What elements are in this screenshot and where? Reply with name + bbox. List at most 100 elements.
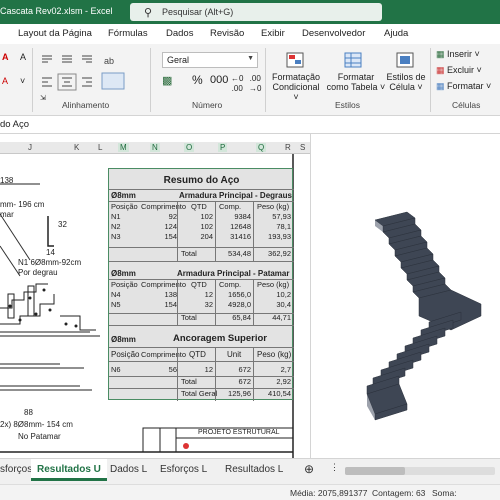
col-header: Comp. [219, 280, 242, 289]
bar-n1-label: N1 6Ø8mm-92cm [18, 258, 82, 267]
column-header[interactable]: S [300, 143, 305, 152]
row-comp: 1656,0 [228, 290, 251, 299]
tab-view[interactable]: Exibir [261, 28, 285, 39]
tab-developer[interactable]: Desenvolvedor [302, 28, 365, 39]
sheet-tab[interactable]: Dados L [110, 464, 147, 475]
tab-page-layout[interactable]: Layout da Página [18, 28, 92, 39]
row-peso: 30,4 [276, 300, 291, 309]
more-sheets-icon[interactable]: ⋮ [330, 462, 339, 473]
thousands-separator-icon[interactable]: 000 [210, 75, 228, 86]
row-pos: N1 [111, 212, 121, 221]
row-pos: N3 [111, 232, 121, 241]
format-label: Formatar [447, 81, 484, 91]
sheet-tabs: sforços U Resultados U Dados L Esforços … [0, 458, 500, 484]
chevron-down-icon: ▼ [247, 55, 254, 62]
font-grow-icon[interactable]: A [20, 52, 26, 62]
row-qtd: 204 [200, 232, 213, 241]
column-header[interactable]: R [285, 143, 291, 152]
col-header: Comprimento [141, 350, 187, 359]
row-len: 138 [164, 290, 177, 299]
name-box[interactable]: do Aço [0, 119, 29, 130]
stair-3d-image [366, 211, 482, 421]
format-as-table-button[interactable]: Formatar como Tabela ˅ [326, 72, 386, 92]
total-peso: 362,92 [268, 249, 291, 258]
column-header[interactable]: K [74, 143, 79, 152]
search-icon: ⚲ [144, 6, 153, 19]
sheet-tab[interactable]: Esforços L [160, 464, 207, 475]
column-header[interactable]: Q [256, 143, 267, 152]
sheet-tab-active[interactable]: Resultados U [31, 459, 107, 481]
add-sheet-icon[interactable]: ⊕ [304, 462, 314, 476]
row-comp: 9384 [234, 212, 251, 221]
format-button[interactable]: ▦ Formatar ˅ [436, 81, 491, 91]
font-group-launcher-icon[interactable]: ⇲ [40, 94, 46, 104]
horizontal-scrollbar[interactable] [345, 467, 495, 475]
row-peso: 2,7 [280, 365, 291, 374]
total-peso: 2,92 [276, 377, 291, 386]
section-title: Armadura Principal - Patamar [177, 269, 290, 278]
font-dropdown-icon[interactable]: ˅ [20, 76, 25, 86]
row-qtd: 32 [204, 300, 213, 309]
status-sum: Soma: 64352,63269 [432, 488, 482, 500]
delete-button[interactable]: ▦ Excluir ˅ [436, 65, 482, 75]
conditional-formatting-label: Formatação Condicional [271, 72, 321, 92]
font-color-small-icon[interactable]: A [2, 76, 8, 86]
col-header: QTD [191, 280, 207, 289]
format-as-table-icon[interactable] [344, 52, 364, 70]
conditional-formatting-button[interactable]: Formatação Condicional ˅ [270, 72, 322, 102]
tab-help[interactable]: Ajuda [384, 28, 408, 39]
currency-icon[interactable]: ▩ [162, 76, 172, 87]
number-format-select[interactable]: Geral ▼ [162, 52, 258, 68]
column-header[interactable]: O [184, 143, 195, 152]
projeto-label: PROJETO ESTRUTURAL [198, 429, 280, 436]
search-placeholder[interactable]: Pesquisar (Alt+G) [162, 7, 233, 17]
column-header[interactable]: P [218, 143, 228, 152]
delete-label: Excluir [447, 65, 475, 75]
column-header[interactable]: M [118, 143, 129, 152]
dim-138: 138 [0, 176, 14, 185]
cell-styles-button[interactable]: Estilos de Célula ˅ [386, 72, 426, 92]
total-label: Total [181, 313, 197, 322]
section-bar-label: Ø8mm [111, 191, 136, 200]
col-header: Comprimento [141, 280, 187, 289]
row-qtd: 12 [204, 290, 213, 299]
increase-decimal-icon[interactable]: ←0.00 [231, 74, 243, 94]
dim-14: 14 [46, 248, 55, 257]
row-qtd: 102 [200, 212, 213, 221]
insert-button[interactable]: ▦ Inserir ˅ [436, 49, 480, 59]
tab-review[interactable]: Revisão [210, 28, 244, 39]
row-len: 92 [168, 212, 177, 221]
dim-196: mm- 196 cm [0, 200, 45, 209]
percent-icon[interactable]: % [192, 74, 203, 86]
cell-styles-icon[interactable] [396, 52, 416, 70]
search-box[interactable]: ⚲ Pesquisar (Alt+G) [130, 3, 382, 21]
stair-3d-view[interactable] [310, 134, 500, 458]
column-headers: J K L M N O P Q R S [0, 142, 310, 154]
format-as-table-label: Formatar como Tabela [326, 72, 378, 92]
row-len: 154 [164, 232, 177, 241]
conditional-formatting-icon[interactable] [286, 52, 306, 70]
col-header: Peso (kg) [257, 280, 290, 289]
scrollbar-thumb[interactable] [345, 467, 405, 475]
font-color-icon[interactable]: A [2, 52, 9, 62]
alignment-icons[interactable]: ab [38, 52, 128, 96]
total-label: Total [181, 377, 197, 386]
bar-patamar-label: 2x) 8Ø8mm- 154 cm [0, 420, 73, 429]
column-header[interactable]: L [98, 143, 102, 152]
column-header[interactable]: J [28, 143, 32, 152]
total-comp: 534,48 [228, 249, 251, 258]
row-pos: N5 [111, 300, 121, 309]
col-header: Comprimento [141, 202, 187, 211]
col-header: Peso (kg) [257, 350, 292, 359]
row-pos: N6 [111, 365, 121, 374]
column-header[interactable]: N [150, 143, 160, 152]
grand-total-peso: 410,54 [268, 389, 291, 398]
row-qtd: 12 [204, 365, 213, 374]
decrease-decimal-icon[interactable]: .00 →0 [249, 74, 261, 94]
steel-summary-table[interactable]: Resumo do Aço Ø8mm Armadura Principal - … [108, 168, 294, 401]
name-box-row: do Aço [0, 116, 500, 134]
tab-data[interactable]: Dados [166, 28, 193, 39]
sheet-tab[interactable]: Resultados L [225, 464, 283, 475]
tab-formulas[interactable]: Fórmulas [108, 28, 148, 39]
format-icon: ▦ [436, 81, 445, 91]
